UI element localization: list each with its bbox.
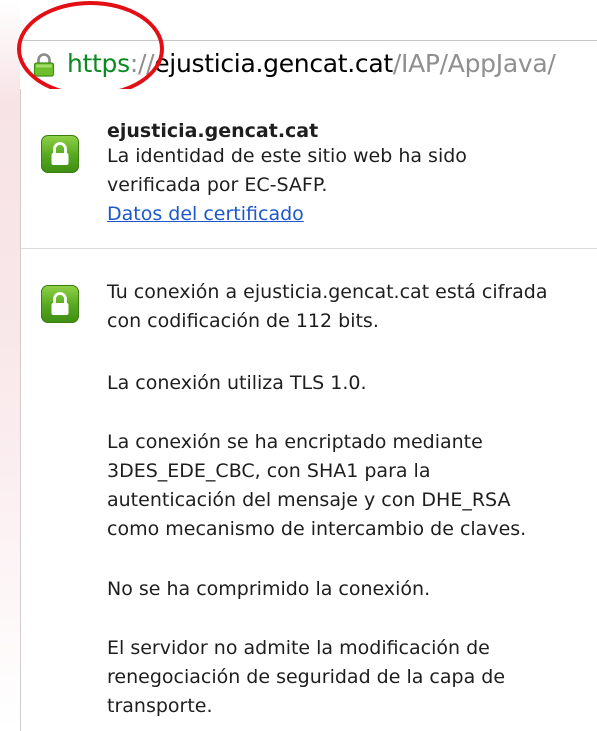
url-path: /IAP/AppJava/ (392, 49, 556, 78)
padlock-icon[interactable] (33, 53, 55, 81)
renegotiation-line-2: renegociación de seguridad de la capa de (107, 666, 506, 688)
url-text[interactable]: https://ejusticia.gencat.cat/IAP/AppJava… (67, 47, 556, 81)
cipher-line-4: como mecanismo de intercambio de claves. (107, 518, 527, 540)
site-info-popup: ejusticia.gencat.cat La identidad de est… (20, 89, 597, 731)
identity-lock-icon (41, 135, 79, 173)
renegotiation-info: El servidor no admite la modificación de… (107, 634, 505, 721)
encryption-line-2: con codificación de 112 bits. (107, 310, 379, 332)
certificate-link[interactable]: Datos del certificado (107, 200, 467, 229)
renegotiation-line-1: El servidor no admite la modificación de (107, 637, 490, 659)
verification-line-1: La identidad de este sitio web ha sido (107, 145, 467, 167)
url-separator: :// (129, 49, 155, 78)
verification-line-2: verificada por EC-SAFP. (107, 174, 328, 196)
renegotiation-line-3: transporte. (107, 695, 213, 717)
cipher-line-3: autenticación del mensaje y con DHE_RSA (107, 489, 511, 511)
identity-verification: La identidad de este sitio web ha sido v… (107, 142, 467, 229)
protocol-line: La conexión utiliza TLS 1.0. (107, 372, 367, 394)
divider (21, 248, 597, 249)
cipher-line-2: 3DES_EDE_CBC, con SHA1 para la (107, 460, 431, 482)
compression-info: No se ha comprimido la conexión. (107, 575, 430, 604)
protocol-info: La conexión utiliza TLS 1.0. (107, 369, 367, 398)
background-edge (0, 0, 20, 731)
encryption-line-1: Tu conexión a ejusticia.gencat.cat está … (107, 281, 548, 303)
address-bar[interactable]: https://ejusticia.gencat.cat/IAP/AppJava… (20, 40, 597, 90)
cipher-info: La conexión se ha encriptado mediante 3D… (107, 428, 526, 544)
encryption-info: Tu conexión a ejusticia.gencat.cat está … (107, 278, 547, 336)
url-host: ejusticia.gencat.cat (154, 49, 393, 78)
site-name: ejusticia.gencat.cat (107, 120, 319, 142)
cipher-line-1: La conexión se ha encriptado mediante (107, 431, 483, 453)
connection-lock-icon (41, 285, 79, 323)
url-scheme: https (67, 49, 130, 78)
compression-line: No se ha comprimido la conexión. (107, 578, 431, 600)
